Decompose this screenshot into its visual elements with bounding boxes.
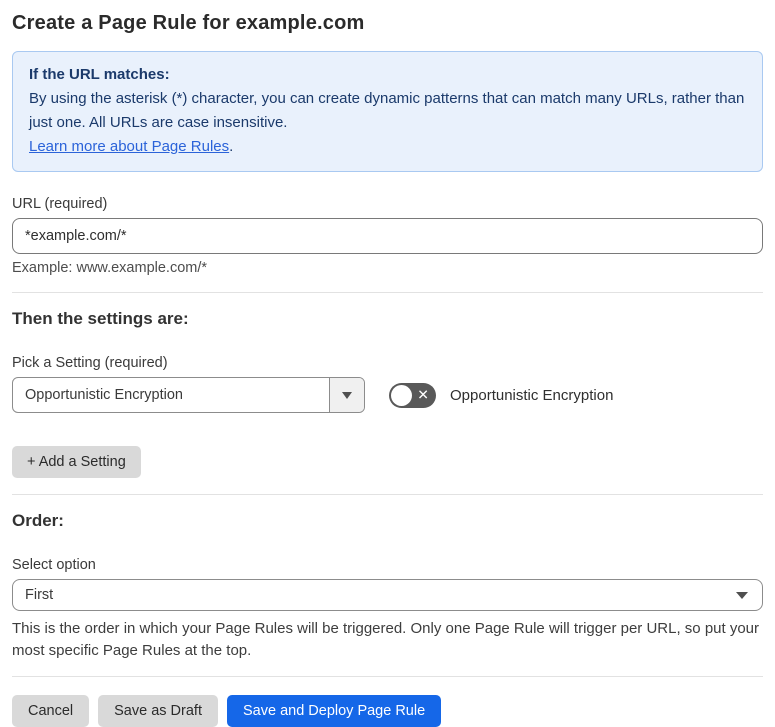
url-example-hint: Example: www.example.com/*: [12, 260, 208, 276]
url-input[interactable]: [12, 218, 763, 254]
order-select[interactable]: First: [12, 579, 763, 611]
add-setting-button[interactable]: + Add a Setting: [12, 446, 141, 478]
chevron-down-icon: [736, 591, 748, 599]
toggle-knob: [391, 384, 412, 406]
learn-more-link[interactable]: Learn more about Page Rules: [29, 138, 229, 155]
info-box-heading: If the URL matches:: [29, 66, 170, 83]
divider: [12, 494, 763, 495]
setting-dropdown[interactable]: Opportunistic Encryption: [12, 377, 365, 413]
divider: [12, 292, 763, 293]
info-box-link-line: Learn more about Page Rules.: [29, 135, 746, 159]
link-period: .: [229, 138, 234, 155]
setting-picker-label: Pick a Setting (required): [12, 355, 168, 371]
page-title: Create a Page Rule for example.com: [12, 12, 365, 34]
cancel-button[interactable]: Cancel: [12, 695, 90, 727]
setting-toggle-group: ✕ Opportunistic Encryption: [389, 382, 614, 408]
order-section-heading: Order:: [12, 511, 64, 530]
footer-actions: Cancel Save as Draft Save and Deploy Pag…: [12, 695, 763, 727]
order-select-value: First: [25, 587, 54, 603]
url-matches-info-box: If the URL matches: By using the asteris…: [12, 51, 763, 172]
url-field-label: URL (required): [12, 196, 108, 212]
setting-dropdown-value: Opportunistic Encryption: [25, 387, 183, 403]
setting-row: Opportunistic Encryption ✕ Opportunistic…: [12, 377, 763, 413]
setting-dropdown-arrow-button[interactable]: [329, 378, 364, 412]
info-box-body: By using the asterisk (*) character, you…: [29, 90, 745, 131]
caret-down-icon: [342, 391, 352, 399]
divider: [12, 676, 763, 677]
toggle-label: Opportunistic Encryption: [450, 386, 614, 404]
create-page-rule-form: Create a Page Rule for example.com If th…: [0, 0, 775, 727]
opportunistic-encryption-toggle[interactable]: ✕: [389, 382, 436, 408]
settings-section-heading: Then the settings are:: [12, 309, 189, 328]
order-select-label: Select option: [12, 557, 96, 573]
order-help-text: This is the order in which your Page Rul…: [12, 620, 760, 659]
save-as-draft-button[interactable]: Save as Draft: [98, 695, 218, 727]
save-and-deploy-button[interactable]: Save and Deploy Page Rule: [226, 695, 442, 727]
toggle-off-x-icon: ✕: [417, 386, 429, 403]
